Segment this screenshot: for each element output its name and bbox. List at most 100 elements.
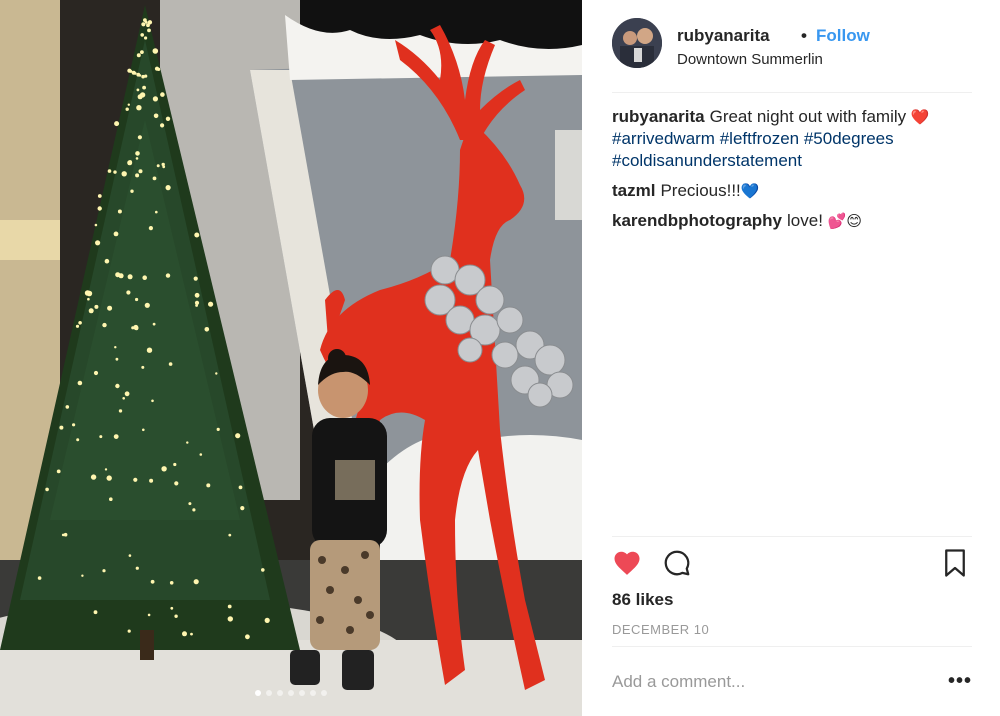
tree-light: [169, 581, 174, 585]
tree-light: [173, 462, 177, 467]
tree-light: [121, 171, 127, 177]
tree-light: [151, 399, 154, 403]
heart-emoji: ❤️: [910, 108, 930, 126]
tree-light: [94, 223, 98, 227]
speech-bubble-icon[interactable]: [662, 548, 692, 583]
tree-light: [194, 232, 200, 238]
carousel-dot: [321, 690, 327, 696]
tree-light: [81, 574, 84, 577]
tree-light: [114, 346, 117, 349]
action-bar: [612, 548, 972, 580]
tree-light: [72, 423, 76, 427]
tree-light: [142, 428, 145, 432]
comment-username[interactable]: rubyanarita: [612, 107, 705, 126]
comment-username[interactable]: tazml: [612, 181, 655, 200]
tree-light: [141, 365, 145, 369]
tree-light: [157, 67, 161, 71]
tree-light: [93, 370, 99, 376]
comment-text: Great night out with family: [709, 107, 907, 126]
follow-button[interactable]: Follow: [816, 26, 870, 46]
tree-light: [45, 487, 49, 492]
tree-light: [95, 240, 101, 246]
tree-light: [147, 20, 153, 25]
photo-image: [0, 0, 582, 716]
post-date: DECEMBER 10: [612, 622, 710, 637]
tree-light: [124, 391, 130, 397]
tree-light: [136, 105, 142, 111]
likes-count[interactable]: 86 likes: [612, 590, 673, 610]
tree-light: [90, 474, 97, 480]
avatar[interactable]: [612, 18, 662, 68]
tree-light: [114, 121, 120, 127]
tree-light: [113, 170, 117, 174]
tree-light: [174, 481, 179, 486]
carousel-dot: [310, 690, 316, 696]
tree-light: [160, 123, 165, 128]
tree-light: [144, 302, 150, 308]
tree-light: [135, 566, 139, 570]
post-photo[interactable]: [0, 0, 582, 716]
tree-light: [99, 435, 103, 439]
tree-light: [113, 434, 119, 439]
tree-light: [104, 258, 110, 264]
tree-light: [118, 409, 123, 413]
heart-filled-icon[interactable]: [612, 548, 642, 583]
more-options-icon[interactable]: •••: [948, 670, 972, 693]
tree-light: [144, 36, 148, 40]
tree-light: [137, 135, 142, 140]
tree-light: [140, 50, 144, 54]
bookmark-icon[interactable]: [942, 548, 968, 583]
tree-light: [147, 613, 151, 617]
add-comment-input[interactable]: Add a comment...: [612, 672, 745, 692]
tree-light: [107, 169, 112, 173]
tree-light: [152, 322, 156, 326]
tree-light: [165, 273, 171, 278]
tree-light: [152, 96, 158, 102]
divider: [612, 646, 972, 647]
tree-light: [77, 380, 83, 386]
tree-light: [165, 185, 171, 191]
tree-light: [152, 176, 157, 181]
tree-light: [133, 477, 138, 482]
tree-light: [193, 579, 199, 585]
tree-light: [161, 466, 167, 472]
tree-light: [97, 206, 102, 211]
hashtag-link[interactable]: #coldisanunderstatement: [612, 151, 802, 170]
tree-light: [156, 164, 160, 168]
tree-light: [144, 20, 148, 24]
tree-light: [153, 113, 159, 119]
tree-light: [75, 324, 80, 328]
tree-light: [194, 292, 200, 298]
tree-light: [102, 569, 106, 573]
tree-light: [199, 453, 203, 456]
tree-light: [133, 72, 137, 75]
tree-light: [59, 425, 64, 430]
tree-light: [188, 502, 192, 506]
tree-light: [102, 322, 107, 328]
tree-light: [160, 92, 165, 97]
tree-light: [192, 508, 196, 512]
tree-light: [227, 604, 232, 609]
hashtag-link[interactable]: #leftfrozen: [720, 129, 799, 148]
tree-light: [138, 74, 142, 77]
hashtag-link[interactable]: #50degrees: [804, 129, 894, 148]
carousel-indicator: [0, 690, 582, 696]
tree-light: [125, 107, 129, 111]
tree-light: [150, 579, 155, 584]
hearts-smile-emoji: 💕😊: [827, 212, 862, 230]
tree-light: [147, 28, 151, 33]
tree-light: [117, 209, 122, 214]
post-location[interactable]: Downtown Summerlin: [677, 51, 823, 68]
tree-light: [161, 162, 165, 167]
comment-text: love!: [787, 211, 823, 230]
hashtag-link[interactable]: #arrivedwarm: [612, 129, 715, 148]
tree-light: [174, 614, 178, 618]
comment-username[interactable]: karendbphotography: [612, 211, 782, 230]
tree-light: [142, 275, 147, 281]
carousel-dot: [266, 690, 272, 696]
tree-light: [127, 103, 130, 106]
tree-light: [152, 48, 159, 54]
post-username[interactable]: rubyanarita: [677, 26, 770, 46]
tree-light: [97, 194, 102, 198]
tree-light: [149, 478, 154, 483]
